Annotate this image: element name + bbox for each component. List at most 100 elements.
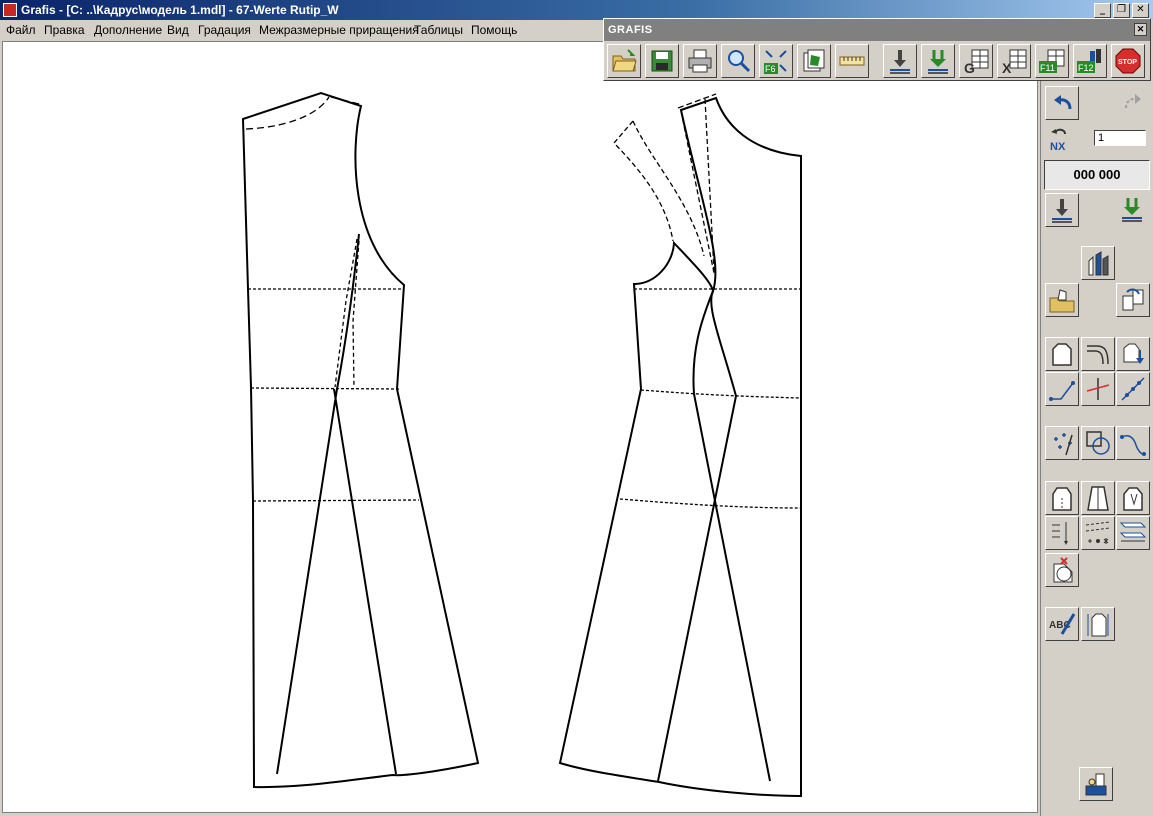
green-download-icon [1122, 198, 1142, 222]
zoom-button[interactable] [721, 44, 755, 78]
skirt-piece-button[interactable] [1081, 481, 1115, 515]
back-piece-hip-line [276, 233, 360, 775]
back-waist-line [250, 387, 400, 390]
svg-text:X: X [1002, 60, 1012, 75]
repeat-count-input[interactable]: 1 [1094, 130, 1146, 146]
menu-tables[interactable]: Таблицы [414, 23, 463, 37]
pieces-button[interactable] [1081, 246, 1115, 280]
rect-circle-icon [1086, 431, 1110, 455]
measure-button[interactable] [835, 44, 869, 78]
skirt-piece-icon [1087, 486, 1109, 511]
load-down-button[interactable] [1116, 193, 1150, 227]
measure-tape-icon [839, 56, 865, 66]
insert-button[interactable] [883, 44, 917, 78]
down-arrow-icon [1052, 199, 1072, 223]
menu-edit[interactable]: Правка [44, 23, 85, 37]
measurement-button[interactable] [1081, 607, 1115, 641]
drawing-canvas[interactable] [2, 41, 1038, 813]
front-collar-dashed [613, 120, 705, 257]
parallel-curve-icon [1087, 345, 1109, 365]
restore-button[interactable]: ❐ [1113, 3, 1130, 18]
down-arrow-icon [890, 50, 910, 74]
grafis-toolbar: GRAFIS ✕ F6 G X F11 F12 STOP [603, 18, 1151, 81]
dart-piece-button[interactable] [1116, 481, 1150, 515]
app-icon[interactable] [3, 3, 17, 17]
marks-button[interactable] [1081, 516, 1115, 550]
open-folder-button[interactable] [607, 44, 641, 78]
g-table-icon: G [964, 49, 989, 75]
piece-outline-button[interactable] [1045, 337, 1079, 371]
marks-icon [1085, 521, 1111, 544]
shapes-button[interactable] [1081, 426, 1115, 460]
piece-down-button[interactable] [1116, 337, 1150, 371]
fit-view-icon: F6 [764, 50, 787, 74]
line-point-button[interactable] [1045, 372, 1079, 406]
swap-pieces-button[interactable] [1116, 283, 1150, 317]
fit-view-button[interactable]: F6 [759, 44, 793, 78]
workspace-button[interactable] [1079, 767, 1113, 801]
front-piece-right-panel [692, 290, 771, 782]
front-dart-dashed [680, 98, 715, 274]
scatter-points-icon [1054, 433, 1073, 456]
bodice-piece-button[interactable] [1045, 481, 1079, 515]
save-icon [651, 50, 673, 72]
redo-icon [1125, 94, 1141, 109]
curve-icon [1120, 434, 1146, 456]
pattern-drawing [241, 91, 802, 798]
dart-piece-icon [1123, 487, 1143, 511]
nx-repeat-button[interactable]: NX [1045, 122, 1079, 156]
toolbar-close-button[interactable]: ✕ [1134, 23, 1147, 36]
save-button[interactable] [645, 44, 679, 78]
load-button[interactable] [921, 44, 955, 78]
nx-repeat-icon: NX [1050, 128, 1066, 152]
x-table-icon: X [1002, 49, 1027, 75]
x-table-button[interactable]: X [997, 44, 1031, 78]
delete-point-button[interactable] [1045, 553, 1079, 587]
menu-help[interactable]: Помощь [471, 23, 517, 37]
front-piece-left-panel [657, 290, 738, 782]
parallel-curve-button[interactable] [1081, 337, 1115, 371]
layers-button[interactable] [797, 44, 831, 78]
stop-button[interactable]: STOP [1111, 44, 1145, 78]
menu-grading[interactable]: Градация [198, 23, 251, 37]
toolbar-title-bar[interactable]: GRAFIS ✕ [604, 19, 1150, 41]
bodice-piece-icon [1052, 487, 1072, 511]
f12-button[interactable]: F12 [1073, 44, 1107, 78]
minimize-button[interactable]: _ [1094, 3, 1111, 18]
piece-down-icon [1123, 343, 1144, 364]
menu-view[interactable]: Вид [167, 23, 189, 37]
piece-outline-icon [1052, 343, 1072, 366]
title-bar: Grafis - [C: ..\Кадрус\модель 1.mdl] - 6… [0, 0, 1153, 20]
print-button[interactable] [683, 44, 717, 78]
svg-text:F11: F11 [1040, 63, 1055, 73]
points-button[interactable] [1045, 426, 1079, 460]
f11-icon: F11 [1039, 49, 1065, 73]
back-hip-line [252, 499, 420, 502]
intersection-button[interactable] [1081, 372, 1115, 406]
redo-button[interactable] [1116, 86, 1150, 120]
close-button[interactable]: ✕ [1132, 3, 1149, 18]
drill-marks-button[interactable] [1045, 516, 1079, 550]
back-piece-panel-line [333, 388, 397, 775]
f11-button[interactable]: F11 [1035, 44, 1069, 78]
insert-down-button[interactable] [1045, 193, 1079, 227]
menu-file[interactable]: Файл [6, 23, 36, 37]
open-folder-icon [612, 49, 637, 72]
menu-increments[interactable]: Межразмерные приращения [259, 23, 419, 37]
toolbar-title: GRAFIS [608, 24, 653, 36]
svg-text:F6: F6 [765, 64, 776, 74]
text-abc-icon: ABC [1049, 613, 1076, 635]
g-table-button[interactable]: G [959, 44, 993, 78]
diagonal-line-button[interactable] [1116, 372, 1150, 406]
layers-icon [803, 49, 825, 72]
front-hip-line [619, 498, 802, 509]
curve-button[interactable] [1116, 426, 1150, 460]
open-pieces-button[interactable] [1045, 283, 1079, 317]
seam-allowance-button[interactable] [1116, 516, 1150, 550]
drill-marks-icon [1052, 522, 1068, 545]
seam-allowance-icon [1119, 522, 1147, 542]
text-button[interactable]: ABC [1045, 607, 1079, 641]
undo-button[interactable] [1045, 86, 1079, 120]
intersection-icon [1086, 378, 1110, 400]
menu-extras[interactable]: Дополнение [94, 23, 162, 37]
